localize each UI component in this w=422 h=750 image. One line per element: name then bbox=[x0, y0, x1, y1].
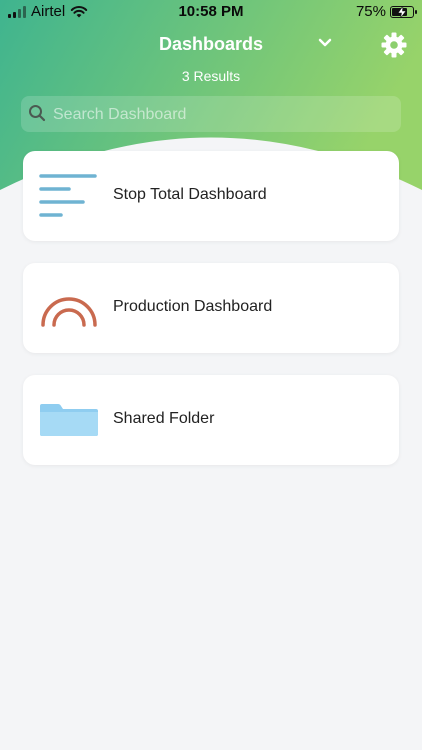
folder-icon bbox=[40, 404, 98, 436]
search-input[interactable] bbox=[51, 96, 395, 134]
search-bar[interactable] bbox=[21, 96, 401, 134]
dashboard-item-stop-total[interactable]: Stop Total Dashboard bbox=[23, 151, 399, 241]
shared-folder-label: Shared Folder bbox=[113, 410, 215, 427]
page-title[interactable]: Dashboards bbox=[0, 34, 422, 55]
battery-icon bbox=[390, 5, 417, 18]
battery-percent: 75% bbox=[355, 3, 386, 20]
search-icon bbox=[29, 105, 46, 122]
dashboard-item-label: Production Dashboard bbox=[113, 298, 273, 315]
header-title-row: Dashboards bbox=[0, 32, 422, 58]
dashboard-item-label: Stop Total Dashboard bbox=[113, 186, 267, 203]
gauge-arc-icon bbox=[41, 297, 97, 327]
shared-folder-item[interactable]: Shared Folder bbox=[23, 375, 399, 465]
status-bar: Airtel 10:58 PM 75% bbox=[0, 0, 422, 24]
gear-icon[interactable] bbox=[381, 32, 407, 58]
bar-list-icon bbox=[39, 174, 97, 217]
results-count: 3 Results bbox=[181, 68, 241, 84]
dashboard-item-production[interactable]: Production Dashboard bbox=[23, 263, 399, 353]
status-right: 75% bbox=[355, 3, 417, 20]
chevron-down-icon[interactable] bbox=[318, 38, 332, 48]
